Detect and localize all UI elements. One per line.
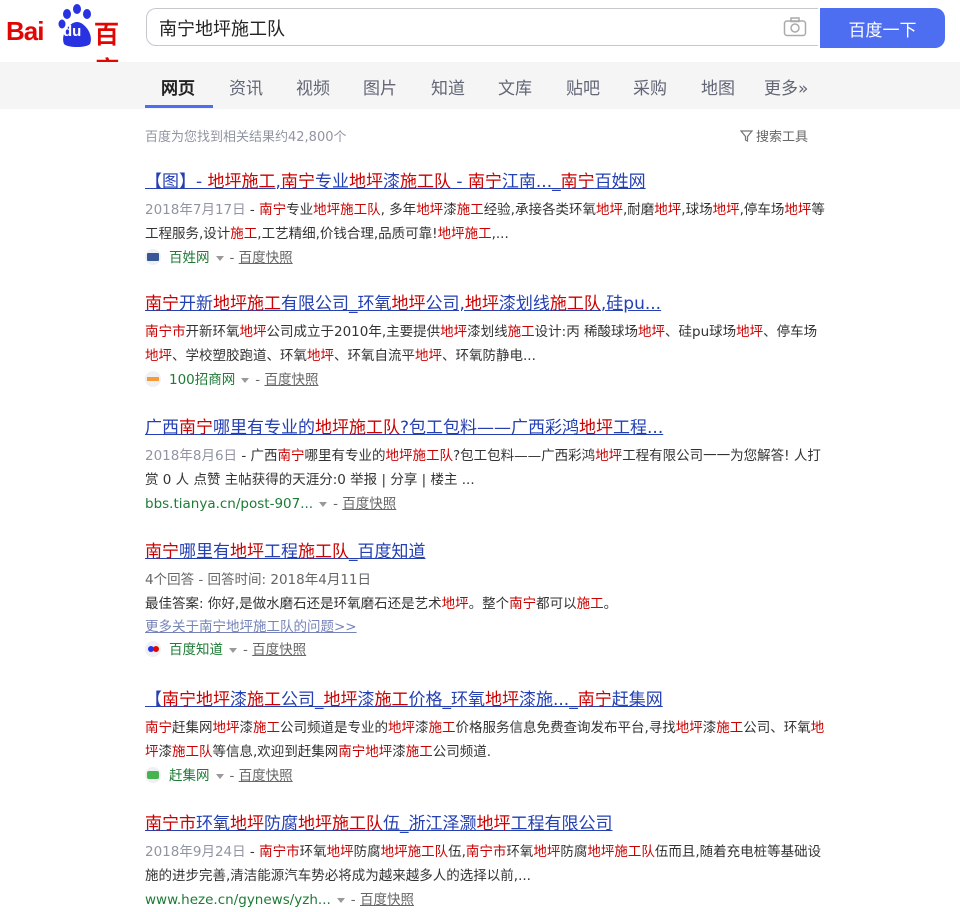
search-input[interactable] — [157, 9, 761, 47]
tab-images[interactable]: 图片 — [363, 74, 397, 99]
result-date: 2018年7月17日 — [145, 202, 246, 218]
tab-zhidao[interactable]: 知道 — [431, 74, 465, 99]
search-result: 南宁市环氧地坪防腐地坪施工队伍_浙江泽灏地坪工程有限公司 2018年9月24日 … — [145, 812, 825, 912]
result-snippet: 2018年7月17日 - 南宁专业地坪施工队, 多年地坪漆施工经验,承接各类环氧… — [145, 202, 825, 242]
result-meta: bbs.tianya.cn/post-907... - 百度快照 — [145, 496, 397, 512]
result-date: 2018年8月6日 — [145, 448, 238, 464]
result-snippet: 2018年9月24日 - 南宁市环氧地坪防腐地坪施工队伍,南宁市环氧地坪防腐地坪… — [145, 844, 822, 884]
tab-purchase[interactable]: 采购 — [633, 74, 667, 99]
chevron-down-icon[interactable] — [241, 378, 250, 383]
result-title[interactable]: 南宁市环氧地坪防腐地坪施工队伍_浙江泽灏地坪工程有限公司 — [145, 812, 825, 836]
result-title[interactable]: 南宁开新地坪施工有限公司_环氧地坪公司,地坪漆划线施工队,硅pu... — [145, 292, 825, 316]
result-title[interactable]: 【南宁地坪漆施工公司_地坪漆施工价格_环氧地坪漆施..._南宁赶集网 — [145, 688, 825, 712]
result-snippet: 南宁赶集网地坪漆施工公司频道是专业的地坪漆施工价格服务信息免费查询发布平台,寻找… — [145, 720, 825, 760]
active-tab-indicator — [145, 105, 213, 108]
camera-icon[interactable] — [783, 17, 807, 37]
logo-text-du: du — [63, 23, 82, 40]
tab-video[interactable]: 视频 — [296, 74, 330, 99]
chevron-down-icon[interactable] — [319, 502, 328, 507]
chevron-down-icon[interactable] — [229, 648, 237, 653]
search-tools-button[interactable]: 搜索工具 — [740, 126, 808, 145]
result-title[interactable]: 南宁哪里有地坪工程施工队_百度知道 — [145, 540, 825, 564]
results-count: 百度为您找到相关结果约42,800个 — [145, 130, 347, 145]
result-meta: 百度知道 - 百度快照 — [145, 638, 825, 662]
search-tools-label: 搜索工具 — [756, 130, 809, 145]
result-meta: 百姓网 - 百度快照 — [145, 246, 825, 270]
logo-text-bai: Bai — [6, 16, 44, 46]
100zhaoshang-icon — [145, 371, 161, 387]
tab-map[interactable]: 地图 — [701, 74, 735, 99]
baidu-logo[interactable]: Bai du 百度 — [6, 4, 138, 85]
result-meta: 赶集网 - 百度快照 — [145, 764, 825, 788]
tab-tieba[interactable]: 贴吧 — [566, 74, 600, 99]
cache-link[interactable]: 百度快照 — [239, 768, 293, 784]
search-button[interactable]: 百度一下 — [820, 8, 945, 48]
search-box[interactable] — [146, 8, 818, 47]
result-title[interactable]: 广西南宁哪里有专业的地坪施工队?包工包料——广西彩鸿地坪工程... — [145, 416, 825, 440]
chevron-down-icon[interactable] — [215, 256, 224, 261]
result-site[interactable]: 百度知道 — [169, 642, 223, 658]
chevron-down-icon[interactable] — [215, 774, 224, 779]
tab-news[interactable]: 资讯 — [229, 74, 263, 99]
result-snippet: 2018年8月6日 - 广西南宁哪里有专业的地坪施工队?包工包料——广西彩鸿地坪… — [145, 448, 821, 488]
result-site[interactable]: 100招商网 — [169, 372, 235, 388]
result-site[interactable]: bbs.tianya.cn/post-907... — [145, 496, 313, 512]
tab-web[interactable]: 网页 — [161, 74, 195, 99]
cache-link[interactable]: 百度快照 — [264, 372, 318, 388]
filter-icon — [740, 130, 753, 142]
cache-link[interactable]: 百度快照 — [342, 496, 396, 512]
result-title[interactable]: 【图】- 地坪施工,南宁专业地坪漆施工队 - 南宁江南..._南宁百姓网 — [145, 170, 825, 194]
search-result: 【南宁地坪漆施工公司_地坪漆施工价格_环氧地坪漆施..._南宁赶集网 南宁赶集网… — [145, 688, 825, 788]
result-snippet: 南宁市开新环氧地坪公司成立于2010年,主要提供地坪漆划线施工设计:丙 稀酸球场… — [145, 324, 818, 364]
chevron-down-icon[interactable] — [336, 898, 345, 903]
search-result: 【图】- 地坪施工,南宁专业地坪漆施工队 - 南宁江南..._南宁百姓网 201… — [145, 170, 825, 270]
result-site[interactable]: 赶集网 — [169, 768, 210, 784]
ganji-icon — [145, 767, 161, 783]
more-questions-link[interactable]: 更多关于南宁地坪施工队的问题>> — [145, 616, 825, 638]
result-snippet-text: 南宁市环氧地坪防腐地坪施工队伍,南宁市环氧地坪防腐地坪施工队伍而且,随着充电桩等… — [145, 844, 822, 884]
cache-link[interactable]: 百度快照 — [252, 642, 306, 658]
baixing-icon — [145, 249, 161, 265]
result-snippet-text: 南宁专业地坪施工队, 多年地坪漆施工经验,承接各类环氧地坪,耐磨地坪,球场地坪,… — [145, 202, 825, 242]
result-meta: 100招商网 - 百度快照 — [145, 368, 825, 392]
tab-wenku[interactable]: 文库 — [498, 74, 532, 99]
zhidao-icon — [145, 641, 161, 657]
result-snippet-text: 广西南宁哪里有专业的地坪施工队?包工包料——广西彩鸿地坪工程有限公司一一为您解答… — [145, 448, 821, 488]
tab-more[interactable]: 更多» — [764, 74, 808, 99]
tab-bar: 网页 资讯 视频 图片 知道 文库 贴吧 采购 地图 更多» — [0, 62, 960, 109]
result-meta: www.heze.cn/gynews/yzh... - 百度快照 — [145, 892, 414, 908]
cache-link[interactable]: 百度快照 — [239, 250, 293, 266]
result-site[interactable]: 百姓网 — [169, 250, 210, 266]
search-result: 广西南宁哪里有专业的地坪施工队?包工包料——广西彩鸿地坪工程... 2018年8… — [145, 416, 825, 516]
result-date: 2018年9月24日 — [145, 844, 246, 860]
search-result: 南宁哪里有地坪工程施工队_百度知道 4个回答 - 回答时间: 2018年4月11… — [145, 540, 825, 662]
answer-count: 4个回答 - 回答时间: 2018年4月11日 — [145, 572, 372, 588]
header: Bai du 百度 百度一下 — [0, 0, 960, 85]
search-result: 南宁开新地坪施工有限公司_环氧地坪公司,地坪漆划线施工队,硅pu... 南宁市开… — [145, 292, 825, 392]
result-snippet: 最佳答案: 你好,是做水磨石还是环氧磨石还是艺术地坪。整个南宁都可以施工。 — [145, 596, 618, 612]
